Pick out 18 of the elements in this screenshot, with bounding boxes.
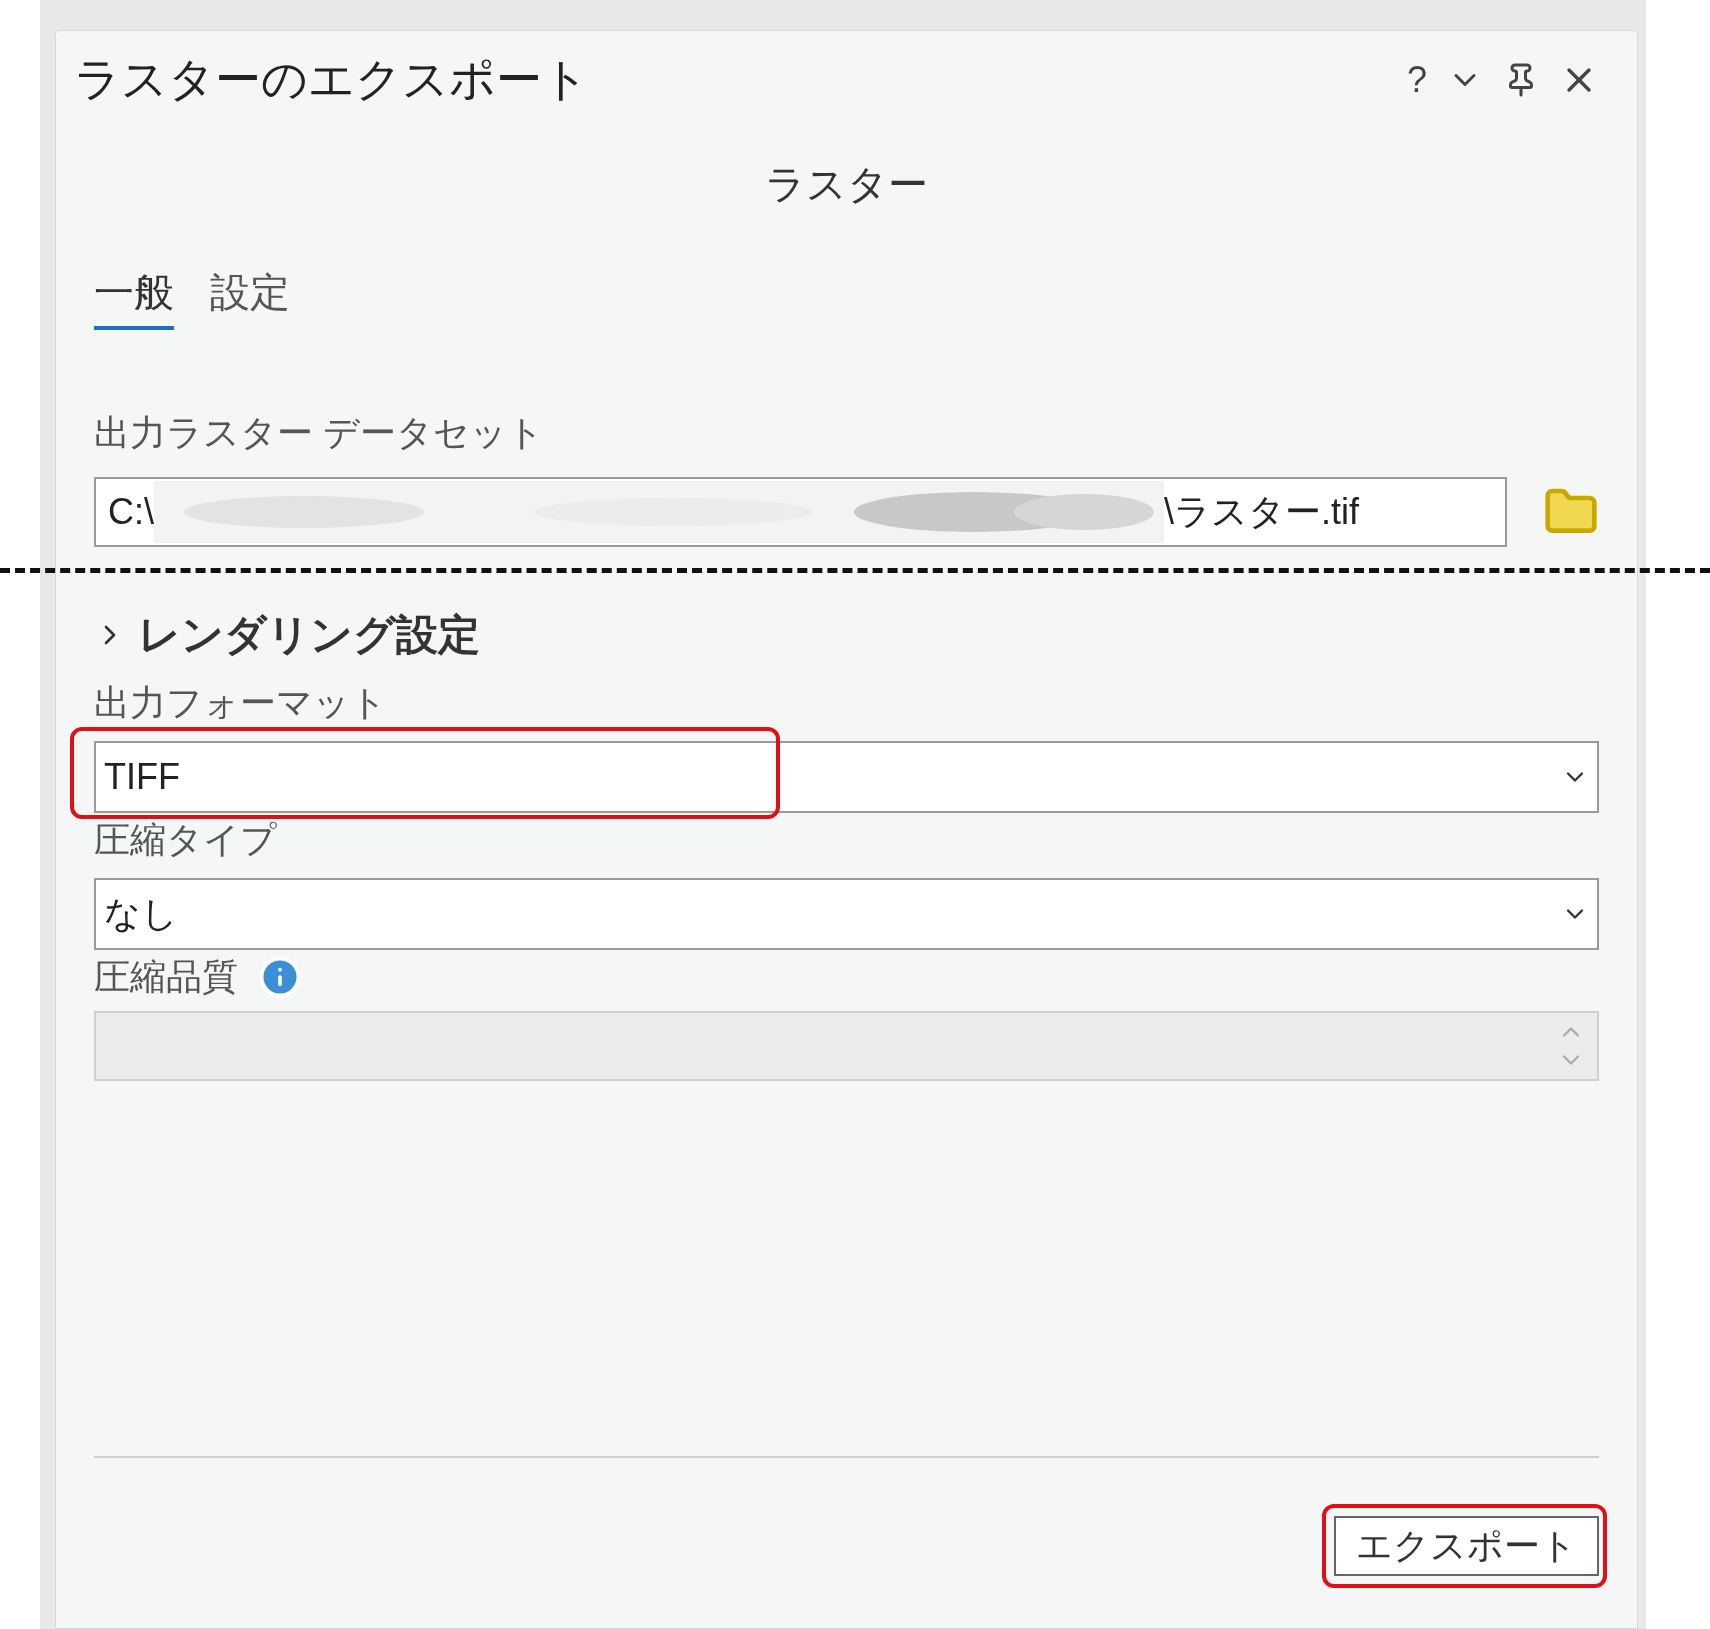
section-header[interactable]: レンダリング設定 bbox=[138, 603, 480, 666]
tab[interactable]: 設定 bbox=[210, 262, 290, 330]
subtitle: ラスター bbox=[765, 161, 928, 208]
help-button[interactable]: ? bbox=[1406, 52, 1427, 107]
path-start: C:\ bbox=[108, 490, 154, 534]
field-label: 出力ラスター データセット bbox=[94, 411, 545, 455]
export-button[interactable]: エクスポート bbox=[1334, 1516, 1599, 1576]
path-field[interactable]: C:\ \ラスター.tif bbox=[94, 477, 1507, 547]
dropdown-value: なし bbox=[104, 892, 178, 936]
field-label: 圧縮品質 bbox=[94, 955, 238, 999]
tab[interactable]: 一般 bbox=[94, 262, 174, 330]
field-label: 出力フォーマット bbox=[94, 681, 388, 725]
path-end: \ラスター.tif bbox=[1164, 490, 1360, 534]
dropdown-value: TIFF bbox=[104, 755, 180, 799]
dropdown-field[interactable]: TIFF bbox=[94, 741, 1599, 813]
dropdown-field[interactable]: なし bbox=[94, 878, 1599, 950]
window-title: ラスターのエクスポート bbox=[74, 52, 589, 107]
field-label: 圧縮タイプ bbox=[94, 818, 278, 862]
